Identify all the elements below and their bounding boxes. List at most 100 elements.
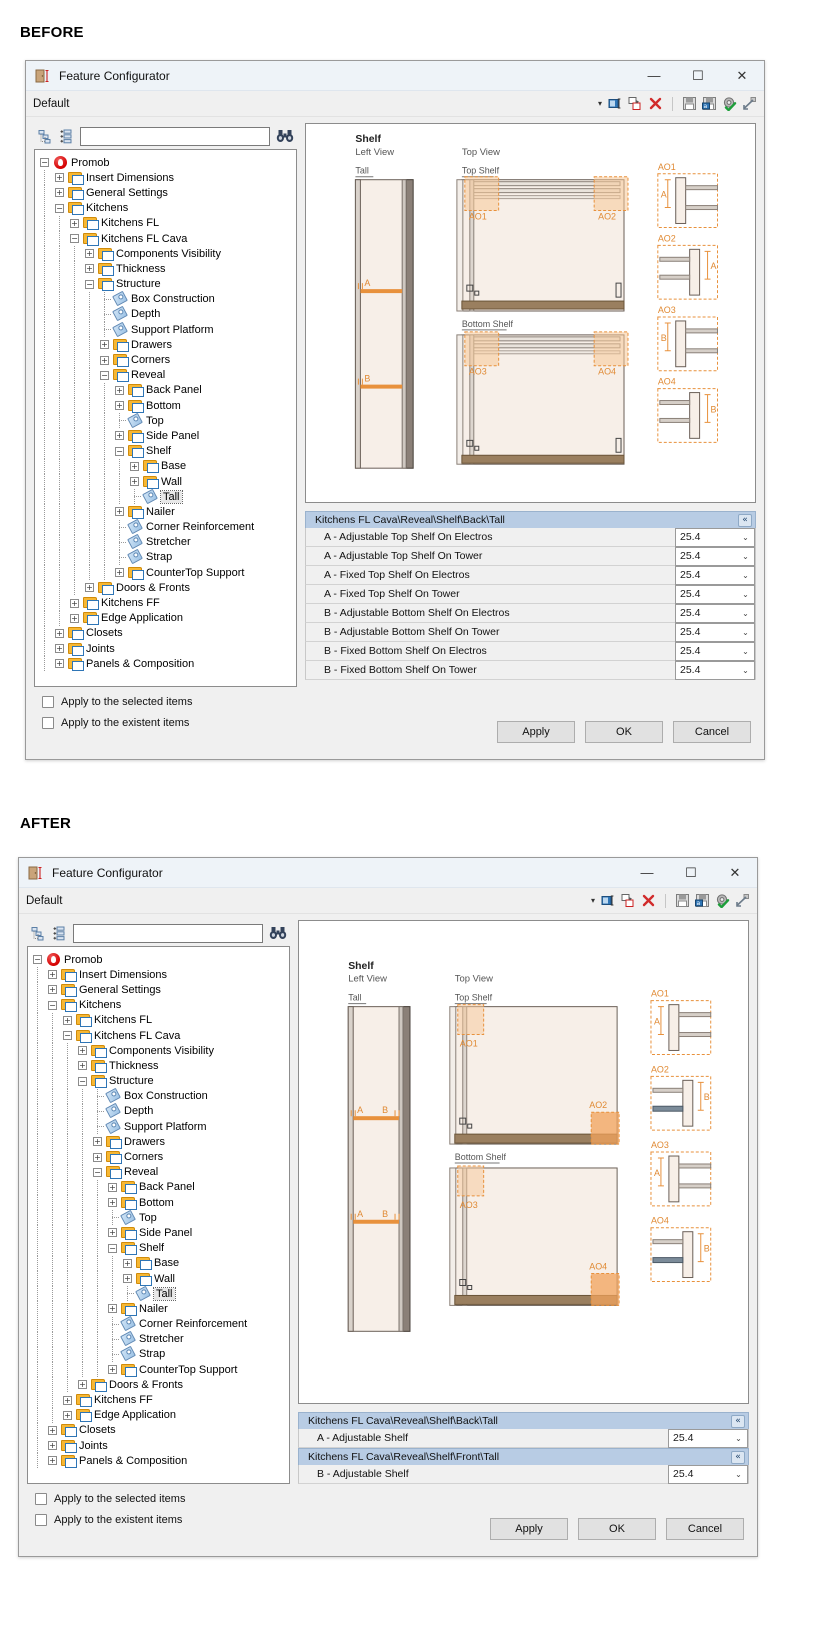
property-value-combobox[interactable]: 25.4 ⌄ (675, 546, 755, 566)
tree-item-base[interactable]: + Base (30, 1255, 287, 1271)
tree-toggle[interactable]: + (60, 1408, 75, 1423)
property-group-header[interactable]: Kitchens FL Cava\Reveal\Shelf\Back\Tall « (305, 511, 756, 528)
property-group-header[interactable]: Kitchens FL Cava\Reveal\Shelf\Back\Tall « (298, 1412, 749, 1429)
tree-item-thickness[interactable]: + Thickness (30, 1058, 287, 1074)
duplicate-icon[interactable] (621, 893, 636, 908)
property-row[interactable]: B - Adjustable Bottom Shelf On Tower 25.4… (305, 622, 756, 642)
expand-toggle-icon[interactable]: + (55, 188, 64, 198)
expand-icon[interactable] (735, 893, 750, 908)
chevron-down-icon[interactable]: ⌄ (737, 624, 754, 641)
tree-item-shelf[interactable]: − Shelf (30, 1240, 287, 1256)
chevron-up-icon[interactable]: « (731, 1414, 745, 1428)
expand-toggle-icon[interactable]: + (48, 985, 57, 995)
maximize-button[interactable]: ☐ (676, 61, 720, 90)
apply-existent-row[interactable]: Apply to the existent items (27, 1514, 290, 1526)
tree-toggle[interactable]: + (45, 1438, 60, 1453)
tree-item-countertop-support[interactable]: + CounterTop Support (30, 1362, 287, 1378)
collapse-toggle-icon[interactable]: − (100, 370, 109, 380)
tree-item-tall[interactable]: Tall (30, 1285, 287, 1302)
property-value-combobox[interactable]: 25.4 ⌄ (668, 1464, 748, 1484)
tree-item-box-construction[interactable]: Box Construction (37, 291, 294, 307)
property-value-combobox[interactable]: 25.4 ⌄ (675, 565, 755, 585)
tree-toggle[interactable] (105, 1210, 120, 1226)
property-row[interactable]: B - Adjustable Bottom Shelf On Electros 2… (305, 603, 756, 623)
tree-toggle[interactable]: + (120, 1271, 135, 1286)
tree-item-stretcher[interactable]: Stretcher (37, 534, 294, 550)
tree-item-kitchens-fl[interactable]: + Kitchens FL (37, 215, 294, 231)
expand-toggle-icon[interactable]: + (115, 385, 124, 395)
tree-toggle[interactable]: + (112, 398, 127, 413)
expand-toggle-icon[interactable]: + (115, 431, 124, 441)
tree-item-top[interactable]: Top (30, 1209, 287, 1226)
tree-toggle[interactable]: + (45, 1453, 60, 1468)
apply-selected-row[interactable]: Apply to the selected items (34, 696, 297, 708)
expand-toggle-icon[interactable]: + (55, 173, 64, 183)
property-value-combobox[interactable]: 25.4 ⌄ (675, 527, 755, 547)
tree-toggle[interactable]: + (82, 580, 97, 595)
tree-toggle[interactable]: + (45, 982, 60, 997)
binoculars-icon[interactable] (269, 926, 287, 940)
tree-item-bottom[interactable]: + Bottom (30, 1195, 287, 1211)
apply-existent-row[interactable]: Apply to the existent items (34, 717, 297, 729)
tree-toggle[interactable]: + (105, 1362, 120, 1377)
tree-toggle[interactable]: − (52, 201, 67, 216)
tree-toggle[interactable] (90, 1088, 105, 1104)
property-group-header[interactable]: Kitchens FL Cava\Reveal\Shelf\Front\Tall… (298, 1448, 749, 1465)
expand-toggle-icon[interactable]: + (123, 1258, 132, 1268)
tree-toggle[interactable]: + (105, 1180, 120, 1195)
apply-selected-checkbox[interactable] (42, 696, 54, 708)
tree-item-kitchens-ff[interactable]: + Kitchens FF (30, 1392, 287, 1408)
expand-toggle-icon[interactable]: + (48, 1441, 57, 1451)
property-row[interactable]: A - Adjustable Top Shelf On Tower 25.4 ⌄ (305, 546, 756, 566)
tree-toggle[interactable]: + (112, 383, 127, 398)
tree-toggle[interactable]: + (90, 1134, 105, 1149)
tree-item-promob[interactable]: − Promob (37, 155, 294, 170)
tree-item-general-settings[interactable]: + General Settings (37, 185, 294, 201)
expand-toggle-icon[interactable]: + (85, 583, 94, 593)
expand-toggle-icon[interactable]: + (108, 1365, 117, 1375)
maximize-button[interactable]: ☐ (669, 858, 713, 887)
rename-icon[interactable] (601, 893, 616, 908)
expand-toggle-icon[interactable]: + (48, 1456, 57, 1466)
tree-toggle[interactable]: − (60, 1028, 75, 1043)
expand-toggle-icon[interactable]: + (100, 355, 109, 365)
tree-item-back-panel[interactable]: + Back Panel (37, 382, 294, 398)
tree-toggle[interactable] (112, 549, 127, 565)
delete-icon[interactable] (648, 96, 663, 111)
save-as-icon[interactable]: a (702, 96, 717, 111)
tree-toggle[interactable]: − (112, 444, 127, 459)
tree-toggle[interactable]: + (52, 656, 67, 671)
chevron-down-icon[interactable]: ⌄ (737, 662, 754, 679)
tree-toggle[interactable] (127, 489, 142, 505)
tree-toggle[interactable]: + (75, 1058, 90, 1073)
tree-toggle[interactable]: + (45, 1423, 60, 1438)
tree-item-kitchens[interactable]: − Kitchens (30, 997, 287, 1013)
expand-toggle-icon[interactable]: + (108, 1182, 117, 1192)
expand-toggle-icon[interactable]: + (85, 249, 94, 259)
feature-tree[interactable]: − Promob + Insert Dimensions + General Settin… (27, 946, 290, 1484)
search-input[interactable] (80, 126, 270, 146)
property-row[interactable]: A - Adjustable Shelf 25.4 ⌄ (298, 1428, 749, 1448)
expand-toggle-icon[interactable]: + (63, 1395, 72, 1405)
expand-toggle-icon[interactable]: + (108, 1198, 117, 1208)
tree-toggle[interactable]: + (97, 353, 112, 368)
apply-button[interactable]: Apply (490, 1518, 568, 1540)
tree-item-support-platform[interactable]: Support Platform (30, 1118, 287, 1135)
tree-toggle[interactable]: + (52, 626, 67, 641)
tree-item-joints[interactable]: + Joints (30, 1438, 287, 1454)
tree-item-corners[interactable]: + Corners (37, 352, 294, 368)
chevron-up-icon[interactable]: « (738, 513, 752, 527)
tree-toggle[interactable]: + (45, 967, 60, 982)
tree-item-insert-dimensions[interactable]: + Insert Dimensions (37, 170, 294, 186)
tree-toggle[interactable]: + (105, 1225, 120, 1240)
expand-toggle-icon[interactable]: + (130, 461, 139, 471)
property-row[interactable]: A - Fixed Top Shelf On Tower 25.4 ⌄ (305, 584, 756, 604)
property-value-combobox[interactable]: 25.4 ⌄ (675, 641, 755, 661)
tree-item-kitchens-fl[interactable]: + Kitchens FL (30, 1012, 287, 1028)
tree-toggle[interactable]: + (105, 1195, 120, 1210)
expand-toggle-icon[interactable]: + (70, 613, 79, 623)
tree-item-strap[interactable]: Strap (30, 1346, 287, 1362)
delete-icon[interactable] (641, 893, 656, 908)
tree-item-doors-fronts[interactable]: + Doors & Fronts (30, 1377, 287, 1393)
tree-item-base[interactable]: + Base (37, 458, 294, 474)
